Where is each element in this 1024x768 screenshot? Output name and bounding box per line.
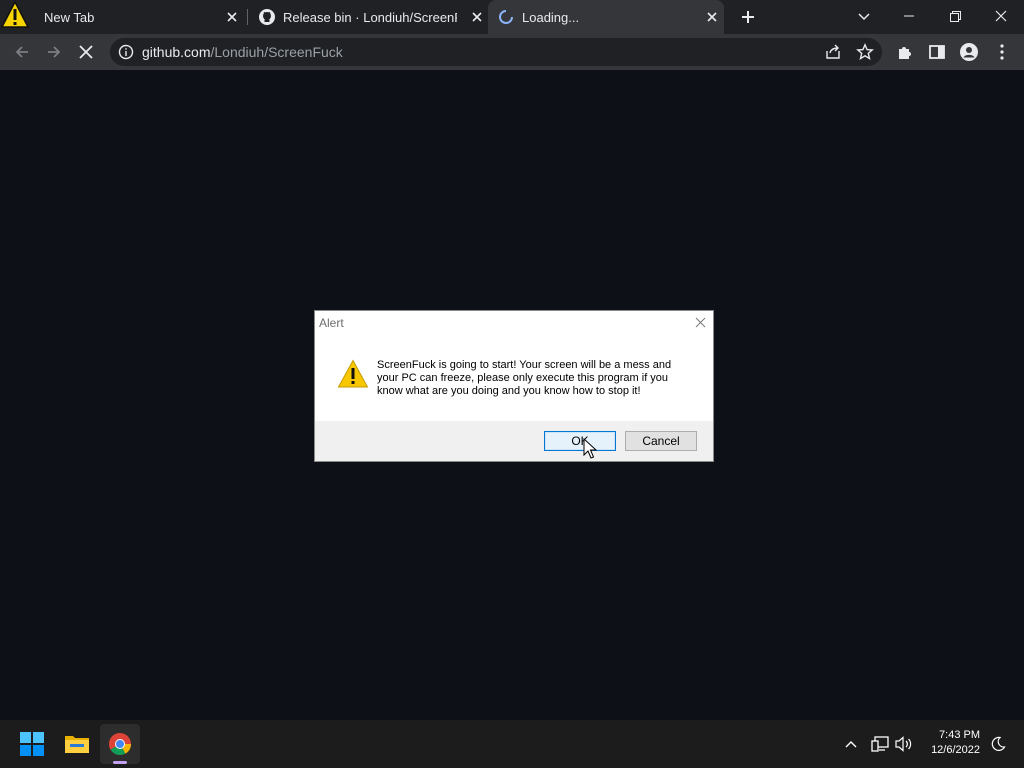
stop-loading-x-icon[interactable] [72,38,100,66]
bookmark-star-icon[interactable] [856,43,874,61]
menu-kebab-icon[interactable] [994,43,1010,61]
new-tab-plus-icon[interactable] [736,5,760,29]
active-app-indicator [113,761,127,764]
show-hidden-icons-chevron-up-icon[interactable] [842,734,860,754]
github-icon [258,8,276,26]
dialog-close-icon[interactable] [693,315,707,329]
dialog-title: Alert [319,316,344,330]
tab-separator [247,9,248,25]
loading-spinner-icon [498,9,514,25]
tab-strip: New Tab Release bin · Londiuh/ScreenFuck… [0,0,1024,34]
tab-label: New Tab [44,9,95,25]
focus-moon-icon[interactable] [988,734,1008,754]
taskbar-clock[interactable]: 7:43 PM 12/6/2022 [916,728,980,758]
tab-label: Release bin · Londiuh/ScreenFuck [283,9,457,25]
close-tab-icon[interactable] [704,9,720,25]
close-tab-icon[interactable] [224,9,240,25]
url-text[interactable]: github.com/Londiuh/ScreenFuck [142,44,343,60]
back-arrow-icon[interactable] [8,38,36,66]
close-tab-icon[interactable] [469,9,485,25]
volume-icon[interactable] [894,734,914,754]
extensions-puzzle-icon[interactable] [896,43,914,61]
alert-dialog: Alert ScreenFuck is going to start! Your… [314,310,714,462]
url-path: /Londiuh/ScreenFuck [210,44,343,60]
tab-loading[interactable]: Loading... [488,0,724,34]
share-icon[interactable] [824,43,842,61]
mouse-cursor-icon [583,437,598,460]
restore-icon[interactable] [932,0,978,32]
chrome-icon [108,732,132,756]
chrome-taskbar-button[interactable] [100,724,140,764]
side-panel-icon[interactable] [928,43,946,61]
file-explorer-icon[interactable] [64,732,90,756]
profile-avatar-icon[interactable] [959,42,979,62]
site-info-icon[interactable] [118,44,134,60]
network-icon[interactable] [870,734,890,754]
warning-triangle-icon [337,359,369,389]
tab-release-bin[interactable]: Release bin · Londiuh/ScreenFuck [250,0,486,34]
windows-start-icon[interactable] [20,732,44,756]
ok-button[interactable]: OK [544,431,616,451]
tab-label: Loading... [522,9,580,25]
url-host: github.com [142,44,211,60]
cancel-button[interactable]: Cancel [625,431,697,451]
dialog-message: ScreenFuck is going to start! Your scree… [377,359,672,397]
tab-new-tab[interactable]: New Tab [24,0,248,34]
clock-date: 12/6/2022 [931,744,980,756]
minimize-icon[interactable] [886,0,932,32]
tab-search-chevron-down-icon[interactable] [852,5,876,29]
clock-time: 7:43 PM [939,729,980,741]
close-window-icon[interactable] [978,0,1024,32]
forward-arrow-icon[interactable] [40,38,68,66]
